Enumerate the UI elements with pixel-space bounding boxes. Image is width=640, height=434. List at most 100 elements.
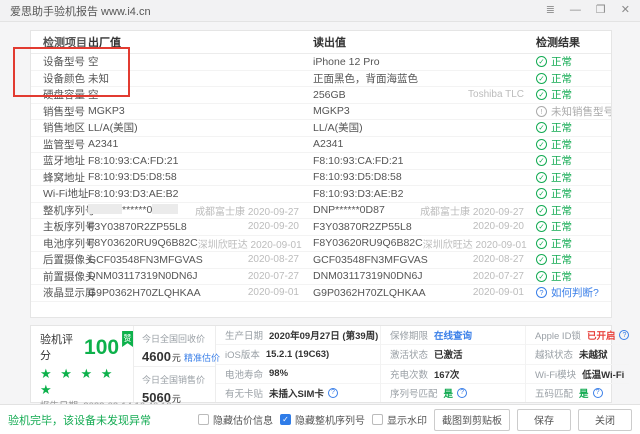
minimize-icon[interactable]: — xyxy=(570,5,581,16)
info-label: 保修期限 xyxy=(390,328,428,342)
checkbox-option[interactable]: 隐藏估价信息 xyxy=(198,412,273,427)
read-value: F8:10:93:D3:AE:B2 xyxy=(313,188,403,200)
checkbox-option[interactable]: 显示水印 xyxy=(372,412,427,427)
check-circle-icon: ✓ xyxy=(536,155,547,166)
read-value: 正面黑色，背面海蓝色 xyxy=(313,71,418,86)
footer-bar: 验机完毕，该设备未发现异常 隐藏估价信息 ✓ 隐藏整机序列号显示水印截图到剪贴板保存… xyxy=(0,404,640,434)
info-label: 有无卡贴 xyxy=(225,386,263,400)
factory-value: ******0 xyxy=(88,204,178,216)
help-icon[interactable]: ? xyxy=(619,330,629,340)
row-read-cell: F8:10:93:D5:D8:58 xyxy=(313,171,536,183)
screenshot-to-clipboard-button[interactable]: 截图到剪贴板 xyxy=(434,409,510,431)
check-circle-icon: ✓ xyxy=(536,73,547,84)
factory-value: MGKP3 xyxy=(88,105,125,117)
checkbox-label: 隐藏估价信息 xyxy=(213,412,273,427)
table-row: 监管型号A2341A2341✓正常 xyxy=(31,137,611,154)
result-text: 未知销售型号 xyxy=(551,104,612,119)
table-row: 整机序列号******0成都富士康 2020-09-27DNP******0D8… xyxy=(31,203,611,220)
row-item-label: Wi-Fi地址 xyxy=(31,186,88,201)
row-factory-cell: DNM03117319N0DN6J2020-07-27 xyxy=(88,270,313,282)
read-value: GCF03548FN3MFGVAS xyxy=(313,254,428,266)
info-cell: 电池寿命98% xyxy=(216,365,380,384)
check-circle-icon: ✓ xyxy=(536,188,547,199)
checkbox-box[interactable]: ✓ xyxy=(280,414,291,425)
info-cell: 有无卡贴未插入SIM卡? xyxy=(216,384,380,402)
factory-note: 2020-09-01 xyxy=(248,287,299,298)
row-read-cell: GCF03548FN3MFGVAS2020-08-27 xyxy=(313,254,536,266)
checkbox-box[interactable] xyxy=(372,414,383,425)
row-item-label: 蓝牙地址 xyxy=(31,153,88,168)
checkbox-option[interactable]: ✓ 隐藏整机序列号 xyxy=(280,412,365,427)
window-controls: ≣ — ❐ ✕ xyxy=(546,5,630,16)
recycle-price-block: 今日全国回收价 4600元精准估价 xyxy=(134,326,215,367)
row-result-cell: ✓正常 xyxy=(536,87,611,102)
info-cell: 充电次数167次 xyxy=(381,365,525,384)
row-result-cell: ✓正常 xyxy=(536,219,611,234)
menu-icon[interactable]: ≣ xyxy=(546,5,555,16)
row-item-label: 销售地区 xyxy=(31,120,88,135)
table-row: 销售型号MGKP3MGKP3!未知销售型号 xyxy=(31,104,611,121)
info-value: 低温Wi-Fi xyxy=(582,367,624,381)
restore-icon[interactable]: ❐ xyxy=(596,5,606,16)
row-item-label: 电池序列号 xyxy=(31,236,88,251)
read-value: DNM03117319N0DN6J xyxy=(313,270,423,282)
checkbox-label: 隐藏整机序列号 xyxy=(295,412,365,427)
save-button[interactable]: 保存 xyxy=(517,409,571,431)
factory-value: F8:10:93:CA:FD:21 xyxy=(88,155,178,167)
row-factory-cell: F8:10:93:CA:FD:21 xyxy=(88,155,313,167)
score-line: 验机评分 100 赞 xyxy=(40,331,133,363)
row-item-label: 销售型号 xyxy=(31,104,88,119)
help-icon[interactable]: ? xyxy=(328,388,338,398)
check-circle-icon: ✓ xyxy=(536,89,547,100)
help-icon[interactable]: ? xyxy=(457,388,467,398)
factory-value: GCF03548FN3MFGVAS xyxy=(88,254,203,266)
sale-price-block: 今日全国销售价 5060元 xyxy=(134,367,215,407)
table-row: Wi-Fi地址F8:10:93:D3:AE:B2F8:10:93:D3:AE:B… xyxy=(31,186,611,203)
table-row: 电池序列号F8Y03620RU9Q6B82C深圳欣旺达 2020-09-01F8… xyxy=(31,236,611,253)
check-circle-icon: ✓ xyxy=(536,254,547,265)
row-read-cell: F3Y03870R2ZP55L82020-09-20 xyxy=(313,221,536,233)
window-title: 爱思助手验机报告 www.i4.cn xyxy=(10,3,151,19)
estimate-link[interactable]: 精准估价 xyxy=(184,353,220,363)
read-value: 256GB xyxy=(313,89,346,101)
status-text: 验机完毕，该设备未发现异常 xyxy=(8,412,151,428)
info-value: 是 xyxy=(579,386,589,400)
read-value: F8:10:93:D5:D8:58 xyxy=(313,171,402,183)
factory-value: F8:10:93:D3:AE:B2 xyxy=(88,188,178,200)
info-label: iOS版本 xyxy=(225,347,260,361)
info-label: 激活状态 xyxy=(390,347,428,361)
score-panel: 验机评分 100 赞 ★ ★ ★ ★ ★ 报告日期: 2022-03-14 16… xyxy=(31,326,134,402)
verification-report-window: 爱思助手验机报告 www.i4.cn ≣ — ❐ ✕ 检测项目 出厂值 读出值 … xyxy=(0,0,640,434)
result-text: 正常 xyxy=(551,269,572,284)
table-header-row: 检测项目 出厂值 读出值 检测结果 xyxy=(31,31,611,54)
check-circle-icon: ✓ xyxy=(536,56,547,67)
result-text[interactable]: 如何判断? xyxy=(551,285,599,300)
star-rating: ★ ★ ★ ★ ★ xyxy=(40,366,133,398)
factory-value: 空 xyxy=(88,54,99,69)
info-cell: Apple ID锁已开启? xyxy=(526,326,629,345)
close-button[interactable]: 关闭 xyxy=(578,409,632,431)
close-icon[interactable]: ✕ xyxy=(621,5,630,16)
check-circle-icon: ✓ xyxy=(536,172,547,183)
sale-price-label: 今日全国销售价 xyxy=(142,373,215,386)
info-value[interactable]: 在线查询 xyxy=(434,328,472,342)
checkbox-box[interactable] xyxy=(198,414,209,425)
read-value: DNP******0D87 xyxy=(313,204,385,216)
result-text: 正常 xyxy=(551,236,572,251)
device-info-grid: 生产日期2020年09月27日 (第39周)iOS版本15.2.1 (19C63… xyxy=(216,326,629,402)
read-note: 2020-07-27 xyxy=(473,271,524,282)
row-read-cell: iPhone 12 Pro xyxy=(313,56,536,68)
check-circle-icon: ✓ xyxy=(536,205,547,216)
table-row: 蜂窝地址F8:10:93:D5:D8:58F8:10:93:D5:D8:58✓正… xyxy=(31,170,611,187)
table-row: 设备颜色未知正面黑色，背面海蓝色✓正常 xyxy=(31,71,611,88)
row-read-cell: A2341 xyxy=(313,138,536,150)
factory-value: LL/A(美国) xyxy=(88,120,138,135)
row-item-label: 设备颜色 xyxy=(31,71,88,86)
check-circle-icon: ✓ xyxy=(536,238,547,249)
sale-price-unit: 元 xyxy=(172,394,181,404)
help-icon[interactable]: ? xyxy=(593,388,603,398)
factory-value: F3Y03870R2ZP55L8 xyxy=(88,221,187,233)
factory-note: 深圳欣旺达 2020-09-01 xyxy=(198,236,302,251)
row-read-cell: DNP******0D87成都富士康 2020-09-27 xyxy=(313,203,536,218)
title-bar: 爱思助手验机报告 www.i4.cn ≣ — ❐ ✕ xyxy=(0,0,640,22)
